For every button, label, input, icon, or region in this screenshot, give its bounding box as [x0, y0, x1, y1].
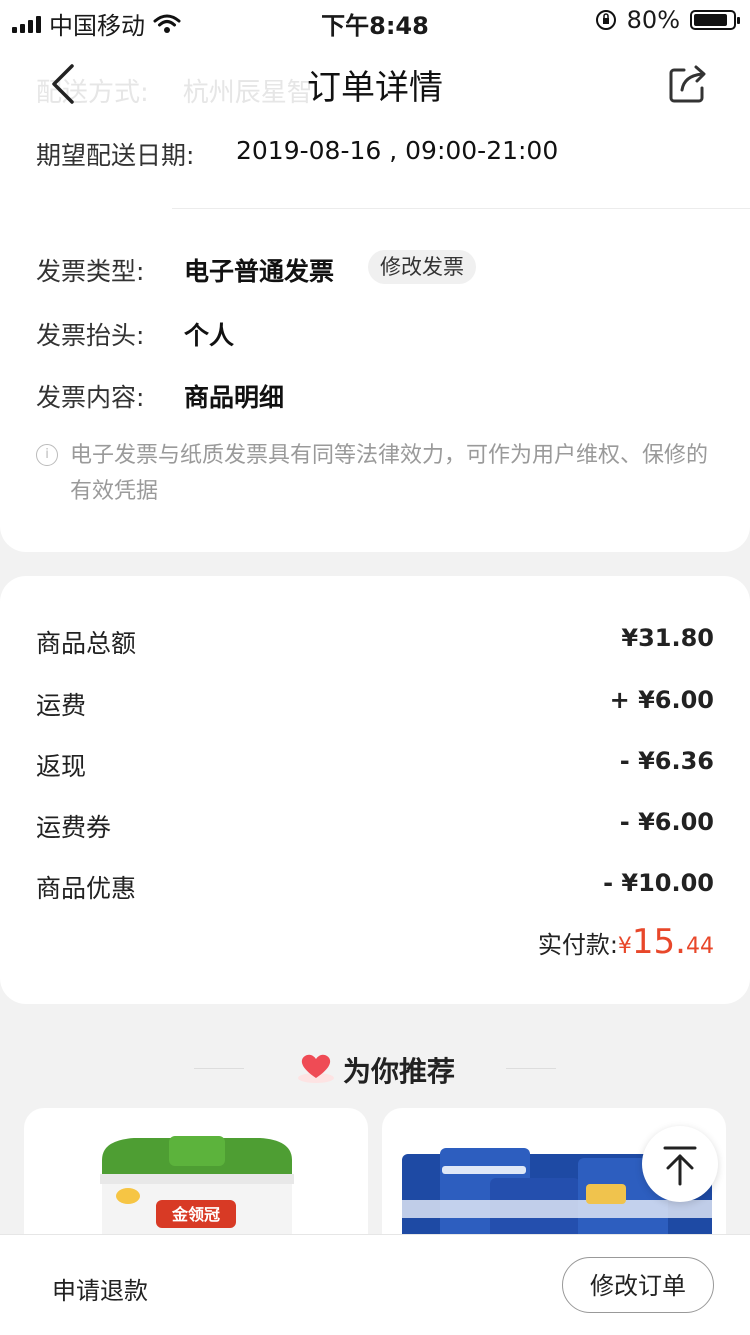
price-row-label: 返现: [36, 752, 87, 781]
recommend-header: 为你推荐: [0, 1040, 750, 1100]
price-row-value: - ¥6.00: [619, 808, 714, 836]
delivery-date-label: 期望配送日期:: [36, 141, 195, 170]
price-row-label: 运费券: [36, 813, 112, 842]
invoice-type-label: 发票类型:: [36, 257, 145, 286]
divider: [172, 208, 750, 209]
paid-total: 实付款:¥15.44: [538, 922, 714, 962]
bottom-action-bar: 申请退款 修改订单: [0, 1234, 750, 1335]
recommend-title-text: 为你推荐: [342, 1055, 455, 1088]
battery-percent: 80%: [626, 6, 680, 34]
share-icon[interactable]: [666, 62, 710, 106]
info-icon: i: [36, 444, 58, 466]
invoice-content-label: 发票内容:: [36, 383, 145, 412]
edit-order-button[interactable]: 修改订单: [562, 1257, 714, 1313]
battery-icon: [690, 10, 740, 30]
paid-amount-dec: 44: [686, 934, 714, 959]
product-brand-text: 金领冠: [171, 1205, 220, 1224]
nav-bar: 配送方式: 杭州辰星智 订单详情: [0, 42, 750, 132]
invoice-content-value: 商品明细: [184, 383, 285, 412]
price-row-value: - ¥10.00: [603, 869, 714, 897]
recommend-title: 为你推荐: [0, 1050, 750, 1090]
paid-label: 实付款:: [537, 931, 618, 959]
price-row-label: 运费: [36, 691, 87, 720]
refund-button[interactable]: 申请退款: [52, 1271, 148, 1306]
invoice-header-value: 个人: [184, 321, 235, 350]
invoice-header-label: 发票抬头:: [36, 321, 145, 350]
status-bar: 中国移动 下午8:48 80%: [0, 0, 750, 42]
price-row-value: - ¥6.36: [619, 747, 714, 775]
price-row-value: ¥31.80: [621, 624, 714, 652]
price-row-label: 商品总额: [36, 629, 137, 658]
paid-currency: ¥: [617, 934, 632, 959]
price-row-label: 商品优惠: [36, 874, 137, 903]
arrow-up-icon: [663, 1146, 697, 1186]
page-title: 订单详情: [307, 68, 443, 108]
back-to-top-button[interactable]: [642, 1126, 718, 1202]
paid-amount-int: 15.: [631, 922, 686, 962]
delivery-date-value: 2019-08-16 , 09:00-21:00: [236, 136, 559, 165]
heart-icon: [297, 1054, 334, 1083]
price-card: 商品总额 ¥31.80 运费 + ¥6.00 返现 - ¥6.36 运费券 - …: [0, 576, 750, 1004]
edit-invoice-button[interactable]: 修改发票: [368, 250, 476, 284]
orientation-lock-icon: [595, 10, 616, 30]
invoice-type-value: 电子普通发票: [184, 257, 335, 286]
price-row-value: + ¥6.00: [609, 686, 714, 714]
invoice-note: 电子发票与纸质发票具有同等法律效力，可作为用户维权、保修的有效凭据: [70, 443, 709, 504]
